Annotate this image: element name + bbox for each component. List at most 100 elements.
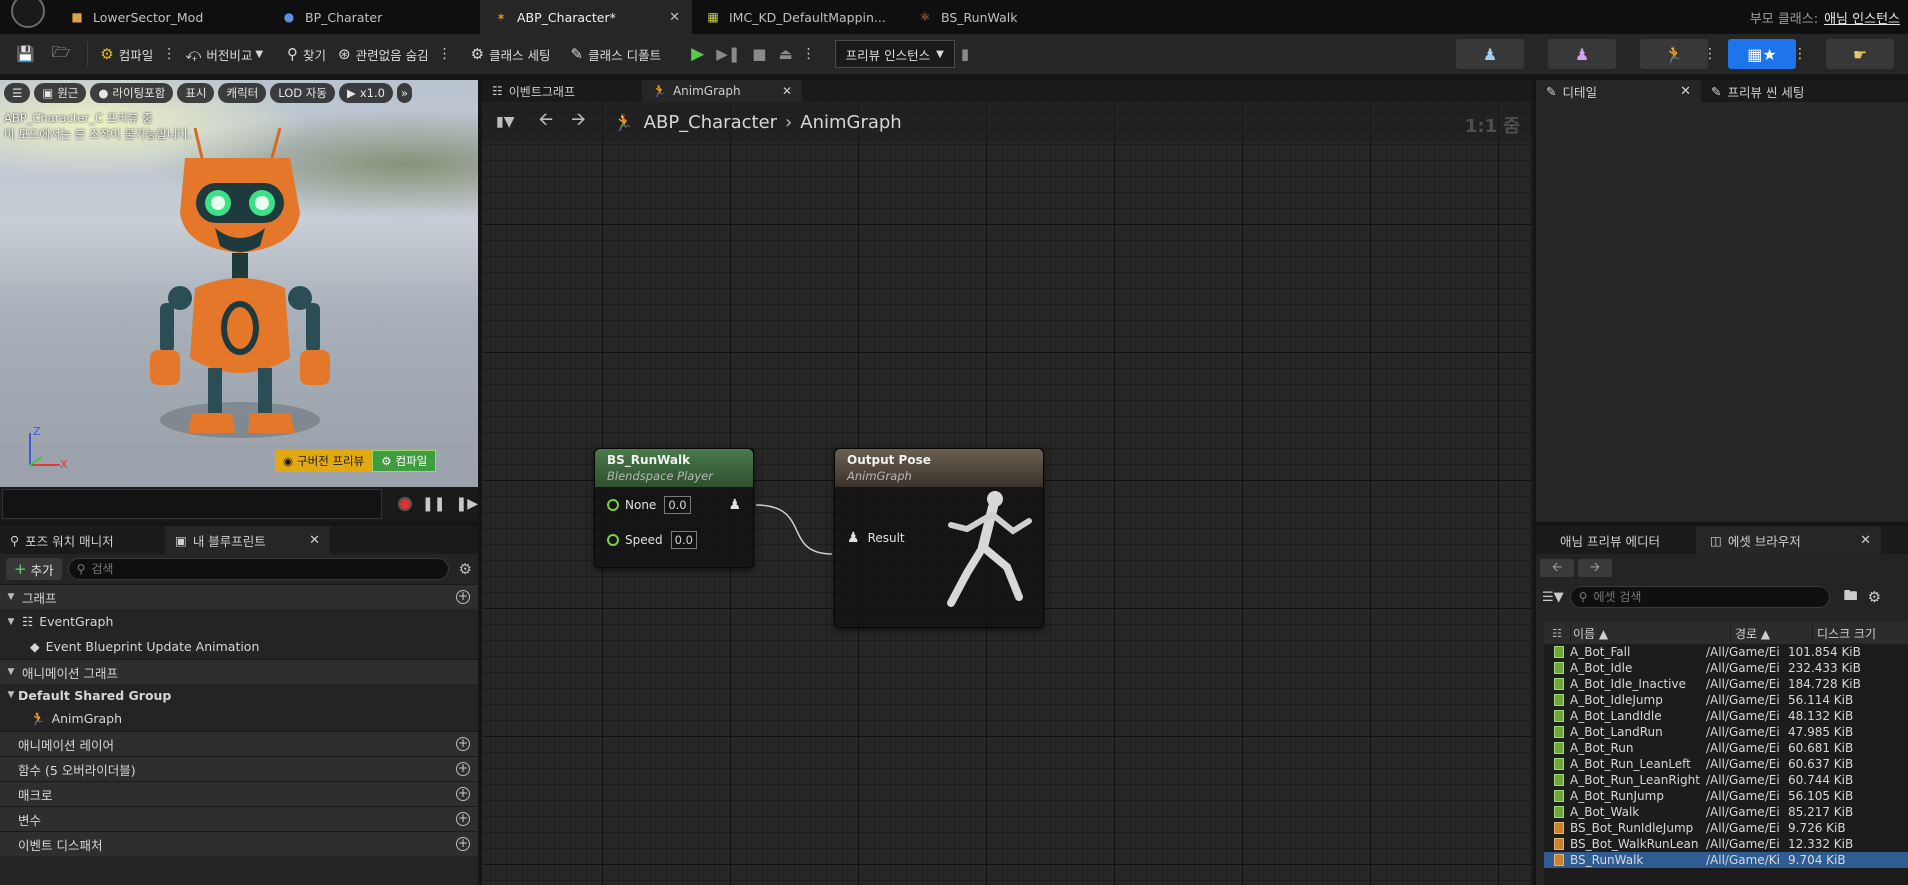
play-button[interactable]: ▶ [685,39,710,69]
tab-asset-browser[interactable]: ◫ 에셋 브라우저 ✕ [1696,526,1881,554]
output-pose-node[interactable]: Output Pose AnimGraph ♟ Result [834,448,1044,628]
pin-none[interactable]: None 0.0 ♟ [595,487,753,522]
pose-pin-icon[interactable]: ♟ [847,530,860,546]
close-icon[interactable]: ✕ [309,533,320,548]
category-anim-graphs[interactable]: ▼ 애니메이션 그래프 [0,659,478,684]
asset-row[interactable]: BS_RunWalk/All/Game/Ki 9.704 KiB [1544,852,1908,868]
blueprint-search-input[interactable] [91,562,392,576]
tree-item-event-update[interactable]: ◆ Event Blueprint Update Animation [0,634,478,659]
add-circle-icon[interactable]: + [456,787,470,801]
step-forward-icon[interactable]: ❚▶ [456,496,479,512]
mode-options-icon[interactable]: ⋮ [1700,46,1720,62]
pin-value-input[interactable]: 0.0 [664,495,691,514]
pose-pin-icon[interactable]: ♟ [728,497,741,513]
add-circle-icon[interactable]: + [456,812,470,826]
viewport-menu-button[interactable]: ☰ [4,83,31,103]
record-button[interactable] [398,497,413,511]
column-size[interactable]: 디스크 크기 [1812,624,1908,642]
stop-button[interactable]: ■ [746,39,772,69]
asset-row[interactable]: BS_Bot_RunIdleJump/All/Game/Ei 9.726 KiB [1544,820,1908,836]
animation-mode-button[interactable]: 🏃 [1640,39,1708,69]
browse-button[interactable]: 🗁 [46,39,82,69]
tab-anim-graph[interactable]: 🏃 AnimGraph ✕ [642,80,802,102]
add-circle-icon[interactable]: + [456,837,470,851]
asset-row[interactable]: A_Bot_Idle/All/Game/Ei 232.433 KiB [1544,660,1908,676]
perspective-button[interactable]: ▣ 원근 [34,83,87,103]
forward-arrow-icon[interactable]: 🡪 [1578,559,1612,577]
column-path[interactable]: 경로 ▲ [1730,624,1812,642]
asset-row[interactable]: BS_Bot_WalkRunLean/All/Game/Ei 12.332 KiB [1544,836,1908,852]
asset-row[interactable]: A_Bot_Fall/All/Game/Ei 101.854 KiB [1544,644,1908,660]
diff-button[interactable]: ⤽ 버전비교 ▼ [179,39,269,69]
asset-search-input[interactable] [1593,590,1794,604]
asset-row[interactable]: A_Bot_LandRun/All/Game/Ei 47.985 KiB [1544,724,1908,740]
pin-value-input[interactable]: 0.0 [670,530,697,549]
asset-row[interactable]: A_Bot_IdleJump/All/Game/Ei 56.114 KiB [1544,692,1908,708]
viewport-more-button[interactable]: » [396,83,412,103]
tab-imc-kd-default[interactable]: ▦ IMC_KD_DefaultMappin... [692,0,904,34]
timeline-track[interactable] [2,489,383,519]
column-name[interactable]: 이름 ▲ [1570,624,1730,642]
hide-options-icon[interactable]: ⋮ [435,46,455,62]
tab-bp-charater[interactable]: ● BP_Charater [268,0,480,34]
tab-bs-runwalk[interactable]: ⚛ BS_RunWalk [904,0,1116,34]
category-anim-layers[interactable]: 애니메이션 레이어 + [0,731,478,756]
find-button[interactable]: ⚲ 찾기 [281,39,332,69]
float-pin-icon[interactable] [607,498,619,511]
filter-icon[interactable]: ☰▼ [1542,590,1564,605]
step-button[interactable]: ▶❚ [710,39,746,69]
anim-graph-canvas[interactable]: ▮▼ 🡨 🡪 🏃 ABP_Character › AnimGraph 1:1 줌… [482,102,1532,885]
preview-viewport[interactable]: ☰ ▣ 원근 ● 라이팅포함 표시 캐릭터 LOD 자동 ▶ x1.0 » ABP_C… [0,80,478,487]
parent-class-link[interactable]: 애님 인스턴스 [1824,8,1900,27]
tree-item-shared-group[interactable]: ▼ Default Shared Group [0,684,478,706]
close-icon[interactable]: ✕ [782,84,792,98]
asset-row[interactable]: A_Bot_Run/All/Game/Ei 60.681 KiB [1544,740,1908,756]
back-arrow-icon[interactable]: 🡨 [1540,559,1574,577]
blueprint-mode-button[interactable]: ▦★ [1728,39,1796,69]
tab-lowersector[interactable]: ■ LowerSector_Mod [56,0,268,34]
asset-row[interactable]: A_Bot_RunJump/All/Game/Ei 56.105 KiB [1544,788,1908,804]
asset-row[interactable]: A_Bot_Idle_Inactive/All/Game/Ei 184.728 K… [1544,676,1908,692]
pause-icon[interactable]: ❚❚ [422,496,445,512]
eject-button[interactable]: ⏏ [772,39,798,69]
category-graphs[interactable]: ▼ 그래프 + [0,584,478,609]
pin-speed[interactable]: Speed 0.0 [595,522,753,557]
add-button[interactable]: + 추가 [6,558,62,580]
debug-filter-button[interactable]: ▮ [955,39,975,69]
add-circle-icon[interactable]: + [456,737,470,751]
tab-abp-character[interactable]: ✶ ABP_Character* ✕ [480,0,692,34]
unreal-logo[interactable] [0,0,56,34]
asset-row[interactable]: A_Bot_Run_LeanRight/All/Game/Ei 60.744 Ki… [1544,772,1908,788]
add-circle-icon[interactable]: + [456,590,470,604]
lit-button[interactable]: ● 라이팅포함 [90,83,174,103]
add-circle-icon[interactable]: + [456,762,470,776]
category-functions[interactable]: 함수 (5 오버라이더블) + [0,756,478,781]
compile-button[interactable]: ⚙ 컴파일 [94,39,159,69]
asset-row[interactable]: A_Bot_Walk/All/Game/Ei 85.217 KiB [1544,804,1908,820]
stale-preview-button[interactable]: ◉ 구버전 프리뷰 [275,450,373,472]
close-icon[interactable]: ✕ [1680,84,1691,99]
physics-mode-button[interactable]: ☛ [1826,39,1894,69]
mesh-mode-button[interactable]: ♟ [1548,39,1616,69]
tree-item-eventgraph[interactable]: ▼ ☷ EventGraph [0,609,478,634]
asset-row[interactable]: A_Bot_Run_LeanLeft/All/Game/Ei 60.637 KiB [1544,756,1908,772]
tab-pose-watch[interactable]: ⚲ 포즈 워치 매니저 [0,526,165,554]
class-defaults-button[interactable]: ✎ 클래스 디폴트 [565,39,668,69]
close-icon[interactable]: ✕ [1860,533,1871,548]
show-button[interactable]: 표시 [177,83,215,103]
float-pin-icon[interactable] [607,533,619,546]
compile-options-icon[interactable]: ⋮ [159,46,179,62]
lod-button[interactable]: LOD 자동 [270,83,335,103]
tab-anim-preview-editor[interactable]: 애님 프리뷰 에디터 [1536,526,1696,554]
tab-preview-scene[interactable]: ✎ 프리뷰 씬 세팅 [1701,80,1866,102]
asset-row[interactable]: A_Bot_LandIdle/All/Game/Ei 48.132 KiB [1544,708,1908,724]
preview-instance-dropdown[interactable]: 프리뷰 인스턴스 ▼ [834,40,955,68]
skeleton-mode-button[interactable]: ♟ [1456,39,1524,69]
folder-icon[interactable]: 🖿 [1844,585,1858,609]
gear-icon[interactable]: ⚙ [459,560,472,578]
viewport-compile-button[interactable]: ⚙ 컴파일 [372,450,437,472]
category-dispatchers[interactable]: 이벤트 디스패처 + [0,831,478,856]
play-options-icon[interactable]: ⋮ [799,46,819,62]
close-icon[interactable]: ✕ [669,10,680,25]
blendspace-player-node[interactable]: BS_RunWalk Blendspace Player None 0.0 ♟ … [594,448,754,568]
